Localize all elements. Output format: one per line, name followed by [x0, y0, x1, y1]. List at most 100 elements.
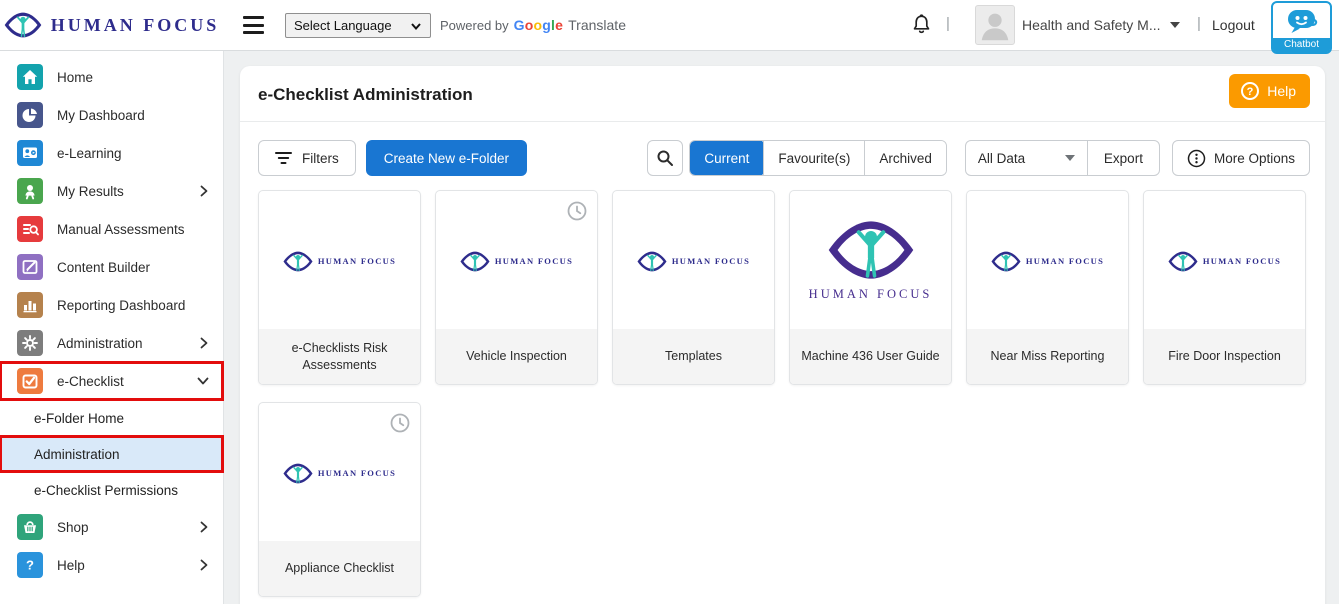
sidebar-item-e-learning[interactable]: e-Learning [0, 134, 223, 172]
more-options-icon [1187, 149, 1206, 168]
bar-chart-icon [17, 292, 43, 318]
tab-archived[interactable]: Archived [864, 141, 946, 175]
human-focus-logo-large: HUMAN FOCUS [809, 220, 933, 302]
sidebar-item-my-results[interactable]: My Results [0, 172, 223, 210]
all-data-dropdown[interactable]: All Data [966, 141, 1087, 175]
schedule-clock-icon [389, 412, 411, 434]
user-menu-caret-icon[interactable] [1170, 22, 1180, 28]
e-folder-card[interactable]: HUMAN FOCUS Appliance Checklist [258, 402, 421, 597]
filters-button[interactable]: Filters [258, 140, 356, 176]
sidebar-item-e-checklist[interactable]: e-Checklist [0, 362, 223, 400]
help-circle-icon: ? [1240, 81, 1260, 101]
sidebar-subitem-label: e-Checklist Permissions [34, 483, 178, 498]
list-magnifier-icon [17, 216, 43, 242]
language-select[interactable]: Select Language [285, 13, 431, 38]
e-folder-card[interactable]: HUMAN FOCUS Fire Door Inspection [1143, 190, 1306, 385]
sidebar-subitem-label: e-Folder Home [34, 411, 124, 426]
logout-link[interactable]: Logout [1212, 17, 1255, 33]
chevron-right-icon [199, 185, 209, 197]
sidebar-item-label: Help [57, 558, 185, 573]
e-checklist-admin-panel: e-Checklist Administration ? Help Filter… [240, 66, 1325, 604]
notifications-bell-icon[interactable] [910, 13, 933, 38]
sidebar-item-content-builder[interactable]: Content Builder [0, 248, 223, 286]
e-folder-card[interactable]: HUMAN FOCUS Machine 436 User Guide [789, 190, 952, 385]
sidebar-item-reporting-dashboard[interactable]: Reporting Dashboard [0, 286, 223, 324]
sidebar-item-administration[interactable]: Administration [0, 324, 223, 362]
help-button[interactable]: ? Help [1229, 74, 1310, 108]
filters-button-label: Filters [302, 151, 339, 166]
human-focus-eye-icon [637, 251, 667, 272]
sidebar-nav: Home My Dashboard e-Learning [0, 51, 224, 604]
human-focus-eye-icon [283, 463, 313, 484]
brand-name: HUMAN FOCUS [51, 15, 220, 36]
menu-toggle-icon[interactable] [243, 16, 264, 34]
sidebar-item-label: Administration [57, 336, 185, 351]
page-title: e-Checklist Administration [258, 85, 473, 105]
sidebar-item-label: Home [57, 70, 209, 85]
e-folder-card[interactable]: HUMAN FOCUS Templates [612, 190, 775, 385]
human-focus-eye-icon [827, 220, 915, 280]
card-body: HUMAN FOCUS [790, 191, 951, 331]
more-options-button[interactable]: More Options [1172, 140, 1310, 176]
all-data-dropdown-value: All Data [978, 151, 1025, 166]
sidebar-item-label: Reporting Dashboard [57, 298, 209, 313]
logo-text: HUMAN FOCUS [495, 256, 573, 266]
logo-text: HUMAN FOCUS [672, 256, 750, 266]
logo-text: HUMAN FOCUS [318, 256, 396, 266]
panel-header: e-Checklist Administration ? Help [240, 66, 1325, 122]
search-button[interactable] [647, 140, 683, 176]
checkbox-icon [17, 368, 43, 394]
e-folder-grid: HUMAN FOCUS e-Checklists Risk Assessment… [240, 190, 1325, 604]
award-person-icon [17, 178, 43, 204]
sidebar-item-home[interactable]: Home [0, 58, 223, 96]
top-header: HUMAN FOCUS Select Language Powered by G… [0, 0, 1339, 51]
create-new-e-folder-button[interactable]: Create New e-Folder [366, 140, 527, 176]
user-menu[interactable]: Health and Safety M... [1022, 17, 1161, 33]
human-focus-eye-icon [460, 251, 490, 272]
human-focus-logo: HUMAN FOCUS [637, 251, 750, 272]
tab-favourites[interactable]: Favourite(s) [763, 141, 864, 175]
card-body: HUMAN FOCUS [967, 191, 1128, 331]
e-folder-card[interactable]: HUMAN FOCUS Near Miss Reporting [966, 190, 1129, 385]
logo-text: HUMAN FOCUS [1026, 256, 1104, 266]
sidebar-item-my-dashboard[interactable]: My Dashboard [0, 96, 223, 134]
card-body: HUMAN FOCUS [613, 191, 774, 331]
e-folder-title: Near Miss Reporting [967, 329, 1128, 384]
sidebar-item-label: Shop [57, 520, 185, 535]
human-focus-logo: HUMAN FOCUS [283, 463, 396, 484]
sidebar-item-label: e-Learning [57, 146, 209, 161]
export-button[interactable]: Export [1087, 141, 1159, 175]
avatar-silhouette-icon [976, 6, 1014, 44]
human-focus-eye-icon [1168, 251, 1198, 272]
powered-by-label: Powered by [440, 18, 509, 33]
presentation-icon [17, 140, 43, 166]
chevron-down-icon [197, 376, 209, 386]
gear-icon [17, 330, 43, 356]
sidebar-item-help[interactable]: ? Help [0, 546, 223, 584]
chevron-right-icon [199, 521, 209, 533]
svg-text:?: ? [26, 558, 34, 573]
sidebar-item-label: My Dashboard [57, 108, 209, 123]
e-folder-card[interactable]: HUMAN FOCUS Vehicle Inspection [435, 190, 598, 385]
chatbot-label: Chatbot [1273, 38, 1330, 52]
sidebar-subitem-e-folder-home[interactable]: e-Folder Home [0, 400, 223, 436]
sidebar-item-manual-assessments[interactable]: Manual Assessments [0, 210, 223, 248]
sidebar-subitem-e-checklist-permissions[interactable]: e-Checklist Permissions [0, 472, 223, 508]
user-avatar[interactable] [975, 5, 1015, 45]
help-button-label: Help [1267, 83, 1296, 99]
main-content: e-Checklist Administration ? Help Filter… [225, 51, 1339, 604]
sidebar-item-shop[interactable]: Shop [0, 508, 223, 546]
sidebar-subitem-administration[interactable]: Administration [0, 436, 223, 472]
filter-icon [275, 151, 292, 165]
e-folder-card[interactable]: HUMAN FOCUS e-Checklists Risk Assessment… [258, 190, 421, 385]
tab-current[interactable]: Current [689, 140, 764, 176]
logo-text: HUMAN FOCUS [1203, 256, 1281, 266]
svg-text:?: ? [1247, 86, 1254, 98]
brand-logo[interactable]: HUMAN FOCUS [0, 0, 223, 50]
chatbot-robot-icon [1284, 7, 1320, 37]
chevron-down-icon [1065, 155, 1075, 161]
search-icon [656, 149, 674, 167]
human-focus-logo: HUMAN FOCUS [991, 251, 1104, 272]
sidebar-item-label: e-Checklist [57, 374, 183, 389]
chatbot-button[interactable]: Chatbot [1271, 1, 1332, 54]
